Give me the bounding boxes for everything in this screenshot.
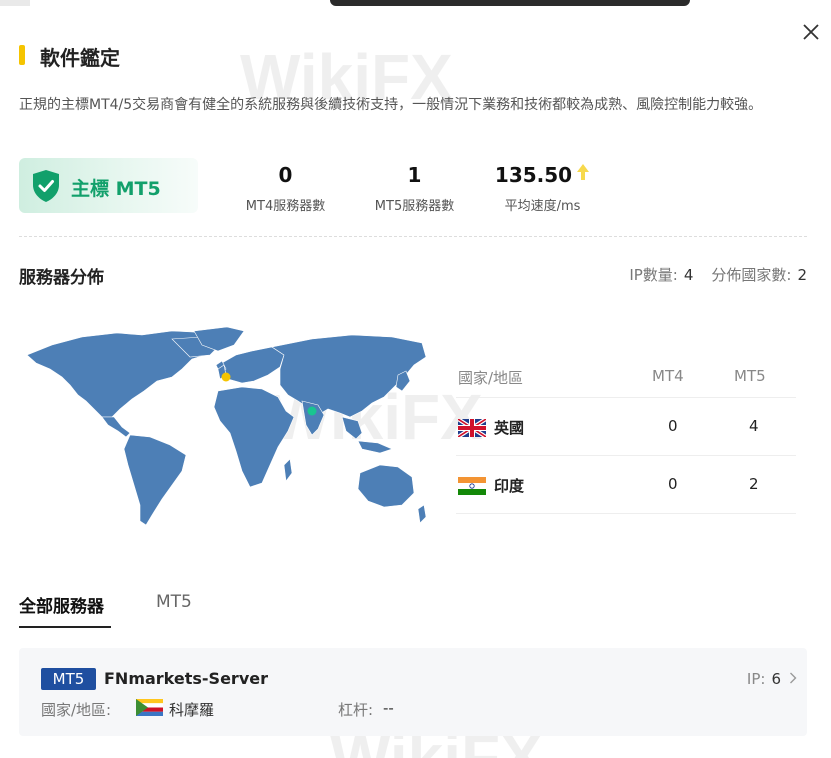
table-row: 英國 0 4 (456, 397, 796, 455)
world-map (26, 326, 427, 526)
distribution-summary: IP數量: 4 分佈國家數: 2 (629, 264, 807, 285)
mt4-server-count: 0 (278, 163, 293, 187)
region-label: 國家/地區: (41, 701, 112, 719)
header-mt4: MT4 (652, 367, 684, 385)
table-header: 國家/地區 MT4 MT5 (456, 355, 796, 397)
arrow-up-icon (577, 164, 590, 180)
leverage-label: 杠杆: (338, 701, 374, 719)
avg-speed-label: 平均速度/ms (504, 199, 581, 214)
country-count: 2 (797, 266, 807, 284)
ip-count-label: IP數量: (629, 266, 678, 284)
distribution-title: 服務器分佈 (19, 268, 104, 288)
dialog-title: 軟件鑑定 (40, 46, 120, 70)
comoros-flag-icon (136, 699, 163, 716)
stat-mt4-servers: 0 MT4服務器數 (233, 163, 338, 214)
server-ip-count: 6 (771, 670, 781, 688)
header-mt5: MT5 (734, 367, 766, 385)
dialog-description: 正規的主標MT4/5交易商會有健全的系統服務與後續技術支持，一般情況下業務和技術… (19, 97, 763, 113)
leverage-value: -- (383, 699, 394, 717)
region-name: 科摩羅 (169, 701, 215, 719)
close-icon[interactable] (801, 22, 821, 42)
country-name: 英國 (494, 419, 525, 437)
distribution-table: 國家/地區 MT4 MT5 英國 0 4 印度 0 2 (456, 355, 796, 514)
uk-flag-icon (458, 418, 486, 437)
tab-all-servers[interactable]: 全部服務器 (19, 592, 104, 617)
divider (19, 236, 807, 237)
map-marker-india (307, 406, 317, 416)
india-flag-icon (458, 476, 486, 495)
active-tab-underline (19, 626, 111, 628)
chevron-right-icon[interactable] (789, 672, 797, 684)
shield-check-icon (33, 170, 59, 202)
server-name: FNmarkets-Server (104, 669, 268, 688)
mt4-count: 0 (668, 417, 678, 435)
tab-mt5[interactable]: MT5 (156, 592, 192, 612)
license-badge: 主標 MT5 (19, 158, 198, 213)
server-card[interactable]: MT5 FNmarkets-Server IP: 6 國家/地區: 科摩羅 杠杆:… (19, 648, 807, 736)
header-country: 國家/地區 (458, 369, 524, 387)
mt5-server-label: MT5服務器數 (374, 199, 455, 214)
stat-avg-speed: 135.50 平均速度/ms (490, 163, 595, 214)
mt5-server-count: 1 (407, 163, 422, 187)
mt5-count: 4 (749, 417, 759, 435)
stat-mt5-servers: 1 MT5服務器數 (362, 163, 467, 214)
mt5-count: 2 (749, 475, 759, 493)
country-name: 印度 (494, 477, 525, 495)
table-row: 印度 0 2 (456, 455, 796, 513)
country-count-label: 分佈國家數: (711, 266, 792, 284)
license-badge-label: 主標 MT5 (71, 178, 161, 200)
avg-speed-value: 135.50 (494, 163, 573, 187)
map-marker-uk (221, 372, 231, 382)
server-ip-info: IP: 6 (747, 670, 781, 688)
server-ip-label: IP: (746, 670, 766, 688)
server-type-tag: MT5 (41, 668, 96, 690)
top-edge (0, 0, 831, 6)
ip-count: 4 (683, 266, 694, 284)
title-accent-bar (19, 45, 25, 65)
mt4-server-label: MT4服務器數 (245, 199, 326, 214)
mt4-count: 0 (668, 475, 678, 493)
